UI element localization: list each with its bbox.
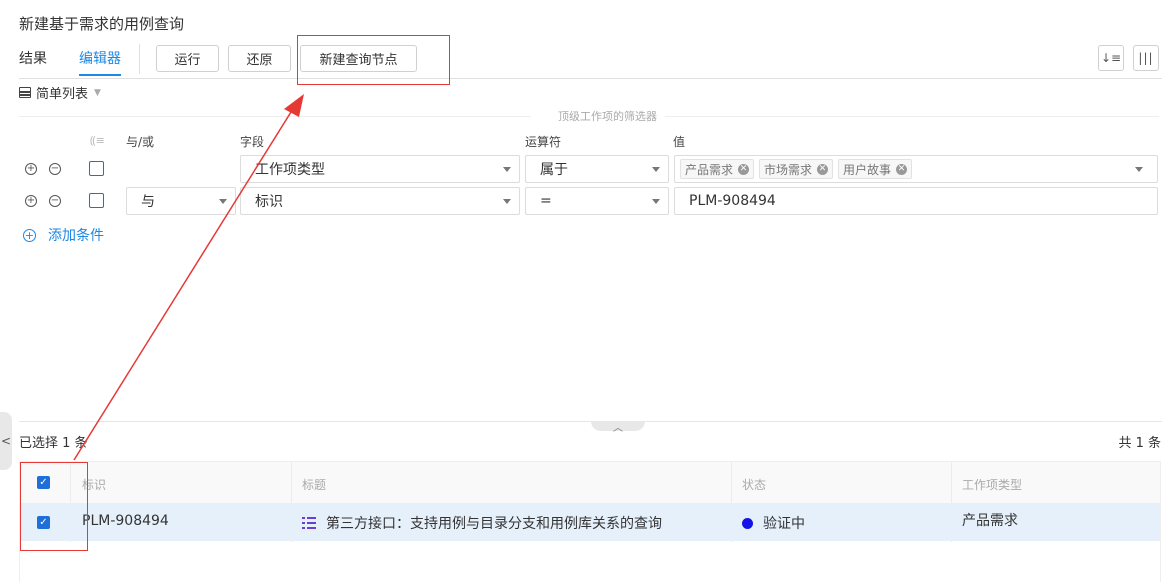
tag-label: 用户故事 bbox=[843, 162, 892, 177]
tab-divider bbox=[139, 44, 140, 74]
chevron-down-icon bbox=[219, 199, 227, 204]
filter-caption-text: 顶级工作项的筛选器 bbox=[554, 108, 661, 124]
add-condition-button[interactable]: + 添加条件 bbox=[23, 225, 104, 245]
sort-icon: ↓≡ bbox=[1100, 51, 1122, 65]
editor-tabs: 结果 编辑器 bbox=[19, 48, 153, 78]
page-title: 新建基于需求的用例查询 bbox=[19, 15, 185, 33]
tab-editor[interactable]: 编辑器 bbox=[79, 48, 121, 76]
cell-status-text: 验证中 bbox=[763, 516, 805, 532]
tab-results[interactable]: 结果 bbox=[19, 48, 47, 74]
row-checkbox[interactable] bbox=[89, 193, 104, 208]
column-header-title[interactable]: 标题 bbox=[302, 476, 326, 493]
restore-button[interactable]: 还原 bbox=[228, 45, 291, 72]
cell-id[interactable]: PLM-908494 bbox=[82, 513, 169, 529]
add-condition-label: 添加条件 bbox=[48, 228, 104, 244]
andor-header: 与/或 bbox=[126, 135, 155, 149]
chevron-left-icon: < bbox=[0, 434, 12, 448]
insert-row-icon[interactable]: + bbox=[25, 195, 37, 207]
view-mode-select[interactable]: 简单列表 ▼ bbox=[19, 83, 101, 102]
column-header-id[interactable]: 标识 bbox=[82, 476, 106, 493]
tag-label: 产品需求 bbox=[685, 162, 734, 177]
remove-row-icon[interactable]: − bbox=[49, 195, 61, 207]
close-icon[interactable]: ✕ bbox=[896, 163, 908, 175]
table-row[interactable]: ✓ PLM-908494 第三方接口：支持用例与目录分支和用例库关系的查询 验证… bbox=[20, 503, 1160, 541]
status-dot-icon bbox=[742, 518, 753, 529]
cell-type: 产品需求 bbox=[962, 513, 1018, 529]
cell-status: 验证中 bbox=[742, 513, 805, 533]
operator-select[interactable]: = bbox=[525, 187, 669, 215]
chevron-up-icon: ︿ bbox=[613, 422, 623, 434]
value-input[interactable]: PLM-908494 bbox=[674, 187, 1158, 215]
new-query-node-button[interactable]: 新建查询节点 bbox=[300, 45, 417, 72]
chevron-down-icon bbox=[652, 167, 660, 172]
cell-title-text: 第三方接口：支持用例与目录分支和用例库关系的查询 bbox=[326, 516, 662, 532]
value-tag: 产品需求 ✕ bbox=[680, 159, 755, 179]
results-table: ✓ 标识 标题 状态 工作项类型 ✓ PLM-908494 第三方接口：支持用例… bbox=[19, 461, 1161, 582]
table-header: ✓ 标识 标题 状态 工作项类型 bbox=[20, 462, 1160, 503]
value-tag: 市场需求 ✕ bbox=[759, 159, 834, 179]
row-select-checkbox[interactable]: ✓ bbox=[37, 516, 50, 529]
cell-title[interactable]: 第三方接口：支持用例与目录分支和用例库关系的查询 bbox=[302, 513, 662, 533]
chevron-down-icon bbox=[1135, 167, 1143, 172]
operator-select[interactable]: 属于 bbox=[525, 155, 669, 183]
operator-header: 运算符 bbox=[525, 135, 562, 149]
columns-button[interactable]: ||| bbox=[1133, 45, 1159, 71]
operator-select-value: = bbox=[540, 193, 552, 209]
andor-select-value: 与 bbox=[141, 194, 155, 210]
chevron-down-icon bbox=[503, 199, 511, 204]
run-button[interactable]: 运行 bbox=[156, 45, 219, 72]
field-select-value: 工作项类型 bbox=[255, 162, 325, 178]
view-mode-label: 简单列表 bbox=[36, 87, 89, 102]
list-icon bbox=[19, 87, 31, 98]
sort-button[interactable]: ↓≡ bbox=[1098, 45, 1124, 71]
header-divider bbox=[19, 78, 1162, 79]
chevron-down-icon bbox=[652, 199, 660, 204]
selected-count: 已选择 1 条 bbox=[19, 436, 88, 451]
field-header: 字段 bbox=[240, 135, 265, 149]
column-header-type[interactable]: 工作项类型 bbox=[962, 476, 1022, 493]
close-icon[interactable]: ✕ bbox=[738, 163, 750, 175]
field-select[interactable]: 标识 bbox=[240, 187, 520, 215]
columns-icon: ||| bbox=[1138, 51, 1154, 65]
tag-label: 市场需求 bbox=[764, 162, 813, 177]
value-tag: 用户故事 ✕ bbox=[838, 159, 913, 179]
collapse-sidebar-button[interactable]: < bbox=[0, 412, 12, 470]
remove-row-icon[interactable]: − bbox=[49, 163, 61, 175]
filter-caption: 顶级工作项的筛选器 bbox=[19, 108, 1159, 124]
row-checkbox[interactable] bbox=[89, 161, 104, 176]
splitter-handle[interactable]: ︿ bbox=[591, 421, 645, 434]
requirement-list-icon bbox=[302, 517, 316, 529]
total-count: 共 1 条 bbox=[1118, 436, 1161, 451]
close-icon[interactable]: ✕ bbox=[817, 163, 829, 175]
group-clauses-icon[interactable]: ⸨≡ bbox=[90, 133, 105, 148]
value-header: 值 bbox=[673, 135, 686, 149]
value-input-text: PLM-908494 bbox=[689, 193, 776, 209]
chevron-down-icon: ▼ bbox=[94, 87, 101, 98]
insert-row-icon[interactable]: + bbox=[25, 163, 37, 175]
andor-select[interactable]: 与 bbox=[126, 187, 236, 215]
value-multiselect[interactable]: 产品需求 ✕ 市场需求 ✕ 用户故事 ✕ bbox=[674, 155, 1158, 183]
operator-select-value: 属于 bbox=[540, 162, 568, 178]
chevron-down-icon bbox=[503, 167, 511, 172]
plus-icon: + bbox=[23, 228, 36, 242]
field-select[interactable]: 工作项类型 bbox=[240, 155, 520, 183]
select-all-checkbox[interactable]: ✓ bbox=[37, 476, 50, 489]
column-header-status[interactable]: 状态 bbox=[742, 476, 766, 493]
field-select-value: 标识 bbox=[255, 194, 283, 210]
